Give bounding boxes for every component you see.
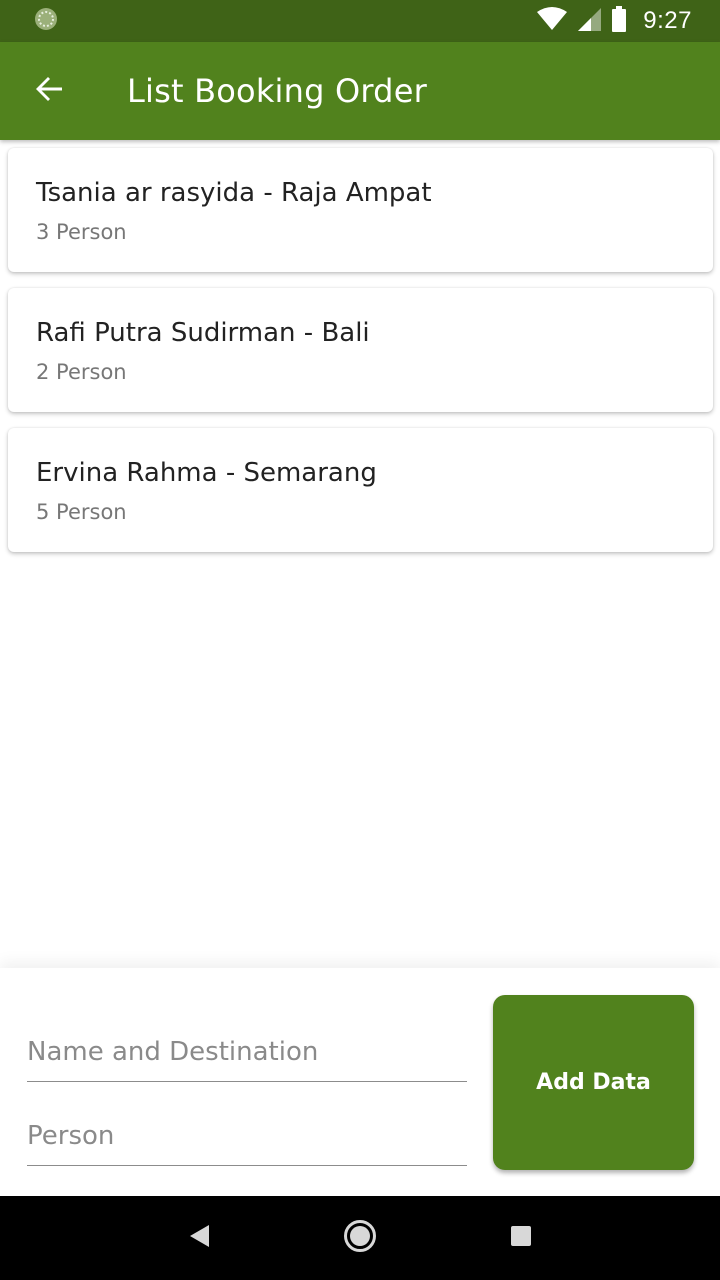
app-bar: List Booking Order: [0, 42, 720, 140]
wifi-icon: [537, 6, 568, 36]
booking-title: Tsania ar rasyida - Raja Ampat: [36, 178, 432, 208]
battery-icon: [611, 5, 627, 37]
screen: 9:27 List Booking Order Tsania ar rasyid…: [0, 0, 720, 1280]
list-item[interactable]: Rafi Putra Sudirman - Bali 2 Person: [8, 288, 713, 412]
recents-square-icon: [509, 1224, 533, 1253]
status-bar: 9:27: [0, 0, 720, 42]
arrow-back-icon: [33, 73, 65, 110]
status-left: [34, 7, 58, 36]
person-input[interactable]: [27, 1106, 467, 1166]
app-notification-icon: [34, 7, 58, 36]
list-item[interactable]: Tsania ar rasyida - Raja Ampat 3 Person: [8, 148, 713, 272]
nav-home-button[interactable]: [330, 1208, 390, 1268]
name-destination-input[interactable]: [27, 1022, 467, 1082]
add-booking-form: Add Data: [0, 968, 720, 1196]
signal-icon: [577, 7, 602, 36]
booking-person-count: 2 Person: [36, 360, 127, 384]
booking-title: Rafi Putra Sudirman - Bali: [36, 318, 370, 348]
back-triangle-icon: [187, 1223, 211, 1254]
page-title: List Booking Order: [127, 72, 427, 110]
status-right: 9:27: [537, 5, 692, 37]
status-time: 9:27: [643, 7, 692, 34]
add-data-button[interactable]: Add Data: [493, 995, 694, 1170]
booking-person-count: 5 Person: [36, 500, 127, 524]
system-nav-bar: [0, 1196, 720, 1280]
home-circle-icon: [343, 1219, 377, 1258]
booking-title: Ervina Rahma - Semarang: [36, 458, 377, 488]
back-button[interactable]: [19, 61, 79, 121]
nav-back-button[interactable]: [169, 1208, 229, 1268]
list-item[interactable]: Ervina Rahma - Semarang 5 Person: [8, 428, 713, 552]
booking-list: Tsania ar rasyida - Raja Ampat 3 Person …: [8, 148, 713, 568]
nav-recents-button[interactable]: [491, 1208, 551, 1268]
booking-person-count: 3 Person: [36, 220, 127, 244]
